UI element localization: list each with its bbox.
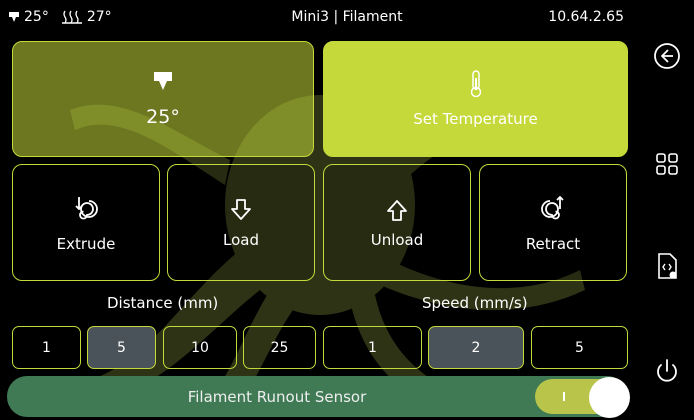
- set-temperature-button[interactable]: Set Temperature: [323, 41, 628, 157]
- speed-label: Speed (mm/s): [422, 294, 528, 312]
- extrude-label: Extrude: [56, 234, 116, 253]
- speed-option-1[interactable]: 1: [323, 326, 422, 369]
- retract-label: Retract: [525, 234, 581, 253]
- speed-option-5[interactable]: 5: [531, 326, 628, 369]
- grid-icon[interactable]: [651, 148, 683, 180]
- filament-runout-sensor-row: Filament Runout Sensor: [7, 376, 630, 418]
- distance-option-25[interactable]: 25: [243, 326, 316, 369]
- distance-option-5[interactable]: 5: [87, 326, 156, 369]
- filament-runout-sensor-toggle[interactable]: [535, 377, 630, 418]
- thermometer-icon: [470, 70, 481, 98]
- set-temperature-label: Set Temperature: [413, 110, 538, 128]
- nozzle-icon: [154, 72, 172, 90]
- ip-address: 10.64.2.65: [548, 9, 624, 25]
- arrow-up-icon: [387, 199, 407, 221]
- speed-option-2[interactable]: 2: [428, 326, 524, 369]
- filament-runout-sensor-label: Filament Runout Sensor: [187, 388, 367, 406]
- status-bar: 25° 27° Mini3 | Filament 10.64.2.65: [0, 0, 694, 34]
- distance-option-10[interactable]: 10: [163, 326, 237, 369]
- load-label: Load: [223, 230, 259, 249]
- back-icon[interactable]: [651, 40, 683, 72]
- unload-button[interactable]: Unload: [323, 164, 471, 281]
- nozzle-temperature-card[interactable]: 25°: [12, 41, 314, 157]
- extrude-icon: [75, 196, 98, 219]
- retract-icon: [541, 195, 564, 219]
- load-button[interactable]: Load: [167, 164, 315, 281]
- toggle-on-indicator: [563, 392, 565, 401]
- distance-label: Distance (mm): [107, 294, 219, 312]
- distance-option-1[interactable]: 1: [12, 326, 81, 369]
- power-icon[interactable]: [651, 355, 683, 387]
- file-code-icon[interactable]: [651, 250, 683, 282]
- nozzle-temperature-value: 25°: [146, 106, 180, 128]
- retract-button[interactable]: Retract: [479, 164, 627, 281]
- unload-label: Unload: [370, 230, 424, 249]
- toggle-knob: [589, 377, 630, 418]
- arrow-down-icon: [231, 198, 251, 220]
- extrude-button[interactable]: Extrude: [12, 164, 160, 281]
